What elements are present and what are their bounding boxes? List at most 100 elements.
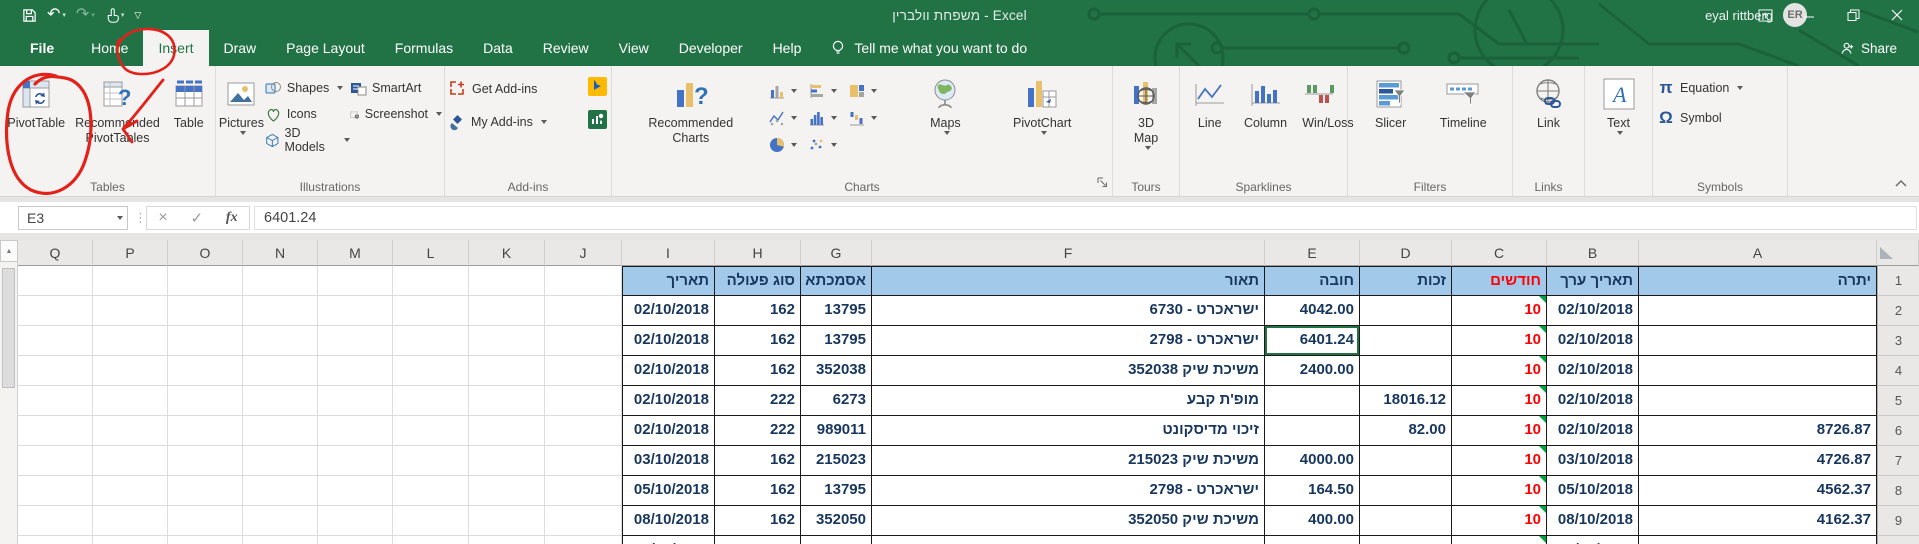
empty-cell[interactable] bbox=[93, 386, 168, 416]
empty-cell[interactable] bbox=[93, 506, 168, 536]
empty-cell[interactable] bbox=[469, 416, 545, 446]
empty-cell[interactable] bbox=[469, 296, 545, 326]
sheet-cell[interactable]: 162 bbox=[715, 296, 801, 326]
column-header[interactable]: N bbox=[243, 240, 318, 266]
empty-cell[interactable] bbox=[168, 326, 243, 356]
empty-cell[interactable] bbox=[393, 296, 469, 326]
empty-cell[interactable] bbox=[243, 416, 318, 446]
empty-cell[interactable] bbox=[545, 266, 622, 296]
empty-cell[interactable] bbox=[318, 266, 393, 296]
sheet-cell[interactable] bbox=[1360, 326, 1452, 356]
sheet-cell[interactable]: 10/10/2018 bbox=[622, 536, 715, 544]
sheet-cell[interactable]: 3962.37 bbox=[1639, 536, 1877, 544]
sheet-cell[interactable]: 164.50 bbox=[1265, 476, 1360, 506]
empty-cell[interactable] bbox=[393, 326, 469, 356]
close-button[interactable] bbox=[1875, 0, 1919, 30]
empty-cell[interactable] bbox=[469, 446, 545, 476]
insert-line-scatter-chart-button[interactable] bbox=[768, 104, 808, 131]
table-header-cell[interactable]: סוג פעולה bbox=[715, 266, 801, 296]
empty-cell[interactable] bbox=[545, 416, 622, 446]
tab-file[interactable]: File bbox=[8, 30, 76, 66]
line-sparkline-button[interactable]: Line bbox=[1187, 69, 1233, 131]
empty-cell[interactable] bbox=[168, 506, 243, 536]
smartart-button[interactable]: SmartArt bbox=[350, 77, 442, 99]
sheet-cell[interactable] bbox=[1360, 356, 1452, 386]
my-addins-button[interactable]: My Add-ins bbox=[449, 111, 547, 133]
insert-function-button[interactable]: fx bbox=[226, 210, 238, 226]
sheet-cell[interactable]: 02/10/2018 bbox=[1547, 296, 1639, 326]
sheet-cell[interactable]: 4562.37 bbox=[1639, 476, 1877, 506]
empty-cell[interactable] bbox=[318, 326, 393, 356]
table-header-cell[interactable]: תאור bbox=[872, 266, 1265, 296]
symbol-button[interactable]: Ω Symbol bbox=[1657, 107, 1783, 129]
column-sparkline-button[interactable]: Column bbox=[1238, 69, 1294, 131]
sheet-cell[interactable]: 05/10/2018 bbox=[1547, 476, 1639, 506]
sheet-cell[interactable]: זיכוי מדיסקונט bbox=[872, 416, 1265, 446]
insert-waterfall-chart-button[interactable] bbox=[848, 104, 888, 131]
sheet-cell[interactable]: 02/10/2018 bbox=[1547, 386, 1639, 416]
sheet-cell[interactable]: ישראכרט - 2798 bbox=[872, 326, 1265, 356]
equation-button[interactable]: π Equation bbox=[1657, 77, 1783, 99]
empty-cell[interactable] bbox=[243, 296, 318, 326]
empty-cell[interactable] bbox=[18, 536, 93, 544]
tab-formulas[interactable]: Formulas bbox=[380, 30, 468, 66]
empty-cell[interactable] bbox=[18, 386, 93, 416]
sheet-cell[interactable] bbox=[1639, 296, 1877, 326]
active-cell[interactable]: 6401.24 bbox=[1265, 326, 1360, 356]
sheet-cell[interactable]: 08/10/2018 bbox=[622, 506, 715, 536]
text-button[interactable]: A Text bbox=[1594, 69, 1644, 135]
empty-cell[interactable] bbox=[545, 386, 622, 416]
sheet-cell[interactable] bbox=[1639, 386, 1877, 416]
sheet-cell[interactable]: 162 bbox=[715, 446, 801, 476]
sheet-cell[interactable]: 162 bbox=[715, 356, 801, 386]
name-box[interactable]: E3 bbox=[18, 206, 128, 230]
column-header[interactable]: L bbox=[393, 240, 469, 266]
sheet-cell[interactable]: 162 bbox=[715, 476, 801, 506]
empty-cell[interactable] bbox=[93, 356, 168, 386]
get-addins-button[interactable]: Get Add-ins bbox=[449, 78, 537, 100]
tab-data[interactable]: Data bbox=[468, 30, 528, 66]
tab-home[interactable]: Home bbox=[76, 30, 143, 66]
column-header[interactable]: D bbox=[1360, 240, 1452, 266]
sheet-cell[interactable]: 13795 bbox=[801, 476, 872, 506]
table-header-cell[interactable]: יתרה bbox=[1639, 266, 1877, 296]
sheet-cell[interactable] bbox=[1639, 326, 1877, 356]
empty-cell[interactable] bbox=[168, 266, 243, 296]
sheet-cell[interactable]: 02/10/2018 bbox=[1547, 416, 1639, 446]
sheet-cell[interactable]: 222 bbox=[715, 386, 801, 416]
recommended-charts-button[interactable]: ? Recommended Charts bbox=[643, 69, 739, 146]
maps-button[interactable]: Maps bbox=[916, 69, 974, 135]
column-header[interactable]: F bbox=[872, 240, 1265, 266]
empty-cell[interactable] bbox=[469, 386, 545, 416]
row-header[interactable]: 3 bbox=[1877, 326, 1919, 356]
screenshot-button[interactable]: Screenshot bbox=[350, 103, 442, 125]
column-header[interactable]: C bbox=[1452, 240, 1547, 266]
empty-cell[interactable] bbox=[243, 446, 318, 476]
row-header[interactable]: 7 bbox=[1877, 446, 1919, 476]
collapse-ribbon-button[interactable] bbox=[1895, 174, 1907, 192]
icons-button[interactable]: Icons bbox=[265, 103, 350, 125]
empty-cell[interactable] bbox=[318, 536, 393, 544]
tab-review[interactable]: Review bbox=[528, 30, 604, 66]
sheet-cell[interactable]: משיכת שיק 215023 bbox=[872, 446, 1265, 476]
sheet-cell[interactable] bbox=[1360, 536, 1452, 544]
sheet-cell[interactable]: 82.00 bbox=[1360, 416, 1452, 446]
table-button[interactable]: Table bbox=[166, 69, 212, 131]
sheet-cell[interactable]: 10/10/2018 bbox=[1547, 536, 1639, 544]
empty-cell[interactable] bbox=[318, 446, 393, 476]
sheet-cell[interactable]: 10 bbox=[1452, 506, 1547, 536]
empty-cell[interactable] bbox=[469, 356, 545, 386]
sheet-cell[interactable]: מופ'ת קבע bbox=[872, 386, 1265, 416]
empty-cell[interactable] bbox=[545, 506, 622, 536]
empty-cell[interactable] bbox=[393, 506, 469, 536]
empty-cell[interactable] bbox=[545, 476, 622, 506]
name-box-dropdown-icon[interactable] bbox=[117, 216, 123, 220]
insert-bar-chart-button[interactable] bbox=[808, 77, 848, 104]
tab-view[interactable]: View bbox=[604, 30, 664, 66]
slicer-button[interactable]: Slicer bbox=[1365, 69, 1417, 131]
sheet-cell[interactable]: 215047 bbox=[801, 536, 872, 544]
column-header[interactable]: K bbox=[469, 240, 545, 266]
tab-help[interactable]: Help bbox=[758, 30, 817, 66]
empty-cell[interactable] bbox=[545, 296, 622, 326]
empty-cell[interactable] bbox=[318, 506, 393, 536]
